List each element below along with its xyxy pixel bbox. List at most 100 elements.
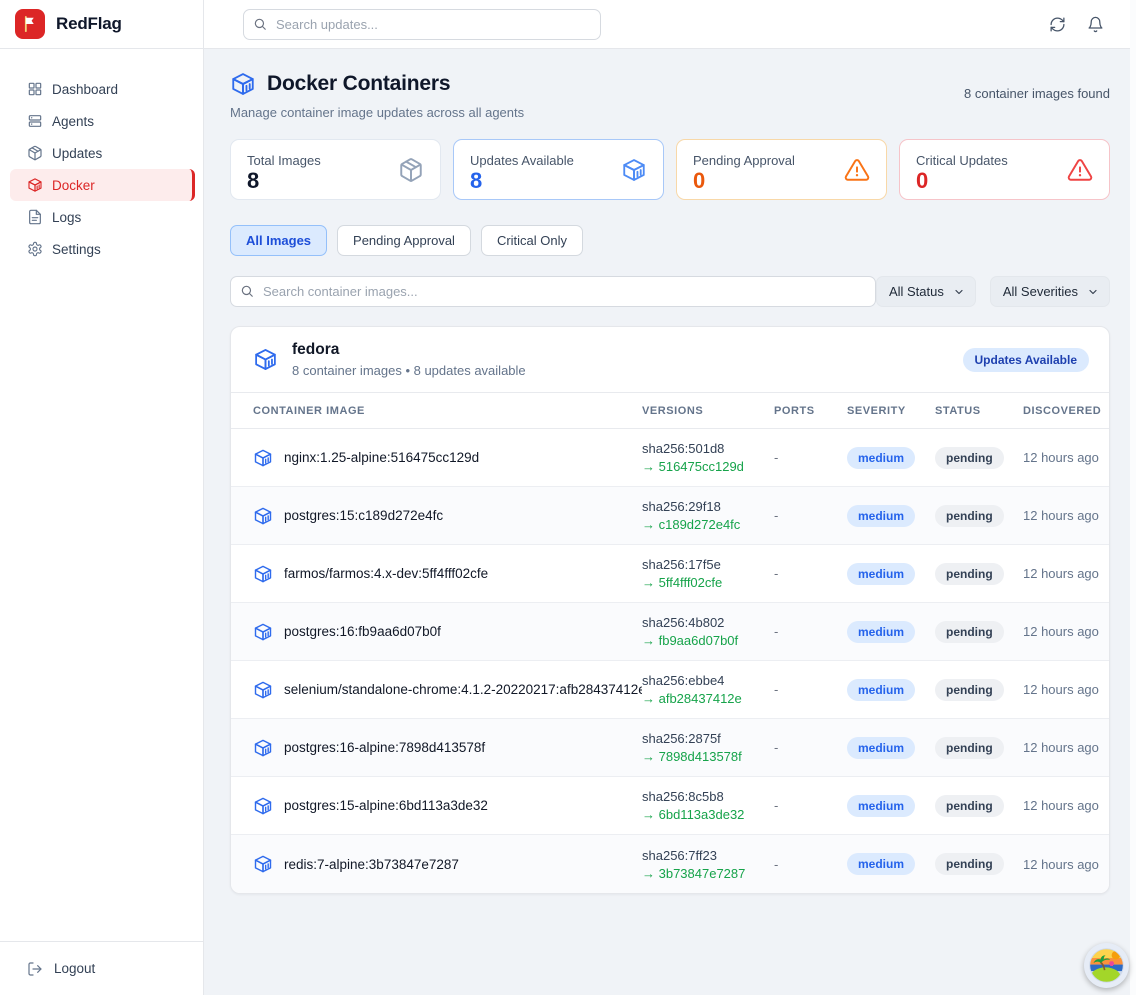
- container-cube-icon: [253, 506, 273, 526]
- sidebar-item-label: Settings: [52, 242, 101, 257]
- filter-label: Critical Only: [497, 233, 567, 248]
- topbar-search: [243, 9, 601, 40]
- container-image-name: postgres:16:fb9aa6d07b0f: [284, 624, 441, 639]
- group-header: fedora 8 container images • 8 updates av…: [231, 327, 1109, 392]
- discovered-value: 12 hours ago: [1023, 798, 1099, 813]
- sidebar-item-dashboard[interactable]: Dashboard: [10, 73, 195, 105]
- updates-available-badge: Updates Available: [963, 348, 1089, 372]
- redflag-logo: [15, 9, 45, 39]
- page-header: Docker Containers Manage container image…: [230, 71, 1110, 120]
- version-new: → c189d272e4fc: [642, 517, 774, 532]
- version-new: → fb9aa6d07b0f: [642, 633, 774, 648]
- cube-icon: [27, 177, 43, 193]
- chevron-down-icon: [953, 286, 965, 298]
- discovered-value: 12 hours ago: [1023, 740, 1099, 755]
- table-row[interactable]: selenium/standalone-chrome:4.1.2-2022021…: [231, 661, 1109, 719]
- images-found-count: 8 container images found: [964, 86, 1110, 101]
- ports-value: -: [774, 798, 847, 813]
- updates-search-input[interactable]: [243, 9, 601, 40]
- filter-tabs: All Images Pending Approval Critical Only: [230, 225, 1110, 256]
- table-row[interactable]: postgres:15-alpine:6bd113a3de32 sha256:8…: [231, 777, 1109, 835]
- container-cube-icon: [253, 448, 273, 468]
- image-search-input[interactable]: [230, 276, 876, 307]
- grid-icon: [27, 81, 43, 97]
- container-image-name: postgres:16-alpine:7898d413578f: [284, 740, 485, 755]
- status-badge: pending: [935, 737, 1004, 759]
- bell-icon[interactable]: [1087, 16, 1104, 33]
- page-subtitle: Manage container image updates across al…: [230, 105, 524, 120]
- group-meta: 8 container images • 8 updates available: [292, 363, 526, 378]
- image-group-card: fedora 8 container images • 8 updates av…: [230, 326, 1110, 894]
- version-current: sha256:8c5b8: [642, 789, 774, 804]
- logout-icon: [27, 961, 43, 977]
- sidebar-item-logs[interactable]: Logs: [10, 201, 195, 233]
- main-content: Docker Containers Manage container image…: [204, 49, 1136, 995]
- version-new: → afb28437412e: [642, 691, 774, 706]
- sidebar-item-agents[interactable]: Agents: [10, 105, 195, 137]
- table-row[interactable]: farmos/farmos:4.x-dev:5ff4fff02cfe sha25…: [231, 545, 1109, 603]
- sidebar-item-settings[interactable]: Settings: [10, 233, 195, 265]
- version-current: sha256:501d8: [642, 441, 774, 456]
- version-new: → 6bd113a3de32: [642, 807, 774, 822]
- sidebar-item-updates[interactable]: Updates: [10, 137, 195, 169]
- sidebar-item-label: Agents: [52, 114, 94, 129]
- severity-badge: medium: [847, 447, 915, 469]
- container-cube-icon: [253, 854, 273, 874]
- version-current: sha256:ebbe4: [642, 673, 774, 688]
- dropdown-all-severities[interactable]: All Severities: [990, 276, 1110, 307]
- container-cube-icon: [253, 622, 273, 642]
- discovered-value: 12 hours ago: [1023, 857, 1099, 872]
- discovered-value: 12 hours ago: [1023, 450, 1099, 465]
- stat-card-updates-available: Updates Available 8: [453, 139, 664, 200]
- column-header: PORTS: [774, 405, 847, 417]
- table-row[interactable]: postgres:16-alpine:7898d413578f sha256:2…: [231, 719, 1109, 777]
- severity-badge: medium: [847, 563, 915, 585]
- table-header: CONTAINER IMAGEVERSIONSPORTSSEVERITYSTAT…: [231, 392, 1109, 429]
- table-row[interactable]: postgres:15:c189d272e4fc sha256:29f18 → …: [231, 487, 1109, 545]
- status-badge: pending: [935, 447, 1004, 469]
- logout-button[interactable]: Logout: [0, 941, 203, 995]
- version-current: sha256:17f5e: [642, 557, 774, 572]
- scrollbar[interactable]: [1130, 0, 1136, 995]
- stat-card-pending-approval: Pending Approval 0: [676, 139, 887, 200]
- container-cube-icon: [253, 738, 273, 758]
- sidebar-item-docker[interactable]: Docker: [10, 169, 195, 201]
- refresh-icon[interactable]: [1049, 16, 1066, 33]
- column-header: VERSIONS: [642, 405, 774, 417]
- ports-value: -: [774, 624, 847, 639]
- filter-tab-pending-approval[interactable]: Pending Approval: [337, 225, 471, 256]
- sidebar-item-label: Dashboard: [52, 82, 118, 97]
- table-row[interactable]: nginx:1.25-alpine:516475cc129d sha256:50…: [231, 429, 1109, 487]
- topbar: [204, 0, 1136, 49]
- stats-row: Total Images 8 Updates Available 8 Pendi…: [230, 139, 1110, 200]
- island-fab-button[interactable]: [1084, 943, 1129, 988]
- filter-label: All Images: [246, 233, 311, 248]
- agents-icon: [27, 113, 43, 129]
- discovered-value: 12 hours ago: [1023, 624, 1099, 639]
- ports-value: -: [774, 682, 847, 697]
- ports-value: -: [774, 450, 847, 465]
- group-name: fedora: [292, 341, 526, 359]
- dropdown-all-status[interactable]: All Status: [876, 276, 976, 307]
- search-icon: [240, 284, 254, 298]
- topbar-actions: [1049, 16, 1104, 33]
- logout-label: Logout: [54, 961, 95, 976]
- filter-tab-critical-only[interactable]: Critical Only: [481, 225, 583, 256]
- status-badge: pending: [935, 679, 1004, 701]
- table-row[interactable]: redis:7-alpine:3b73847e7287 sha256:7ff23…: [231, 835, 1109, 893]
- select-label: All Severities: [1003, 284, 1078, 299]
- discovered-value: 12 hours ago: [1023, 508, 1099, 523]
- table-row[interactable]: postgres:16:fb9aa6d07b0f sha256:4b802 → …: [231, 603, 1109, 661]
- sidebar-nav: Dashboard Agents Updates Docker Logs Set…: [0, 49, 203, 265]
- version-new: → 516475cc129d: [642, 459, 774, 474]
- version-new: → 5ff4fff02cfe: [642, 575, 774, 590]
- filter-tab-all-images[interactable]: All Images: [230, 225, 327, 256]
- cube-icon: [253, 347, 278, 372]
- select-label: All Status: [889, 284, 944, 299]
- logs-icon: [27, 209, 43, 225]
- status-badge: pending: [935, 621, 1004, 643]
- stat-card-critical-updates: Critical Updates 0: [899, 139, 1110, 200]
- column-header: DISCOVERED: [1023, 405, 1101, 417]
- version-current: sha256:7ff23: [642, 848, 774, 863]
- version-new: → 7898d413578f: [642, 749, 774, 764]
